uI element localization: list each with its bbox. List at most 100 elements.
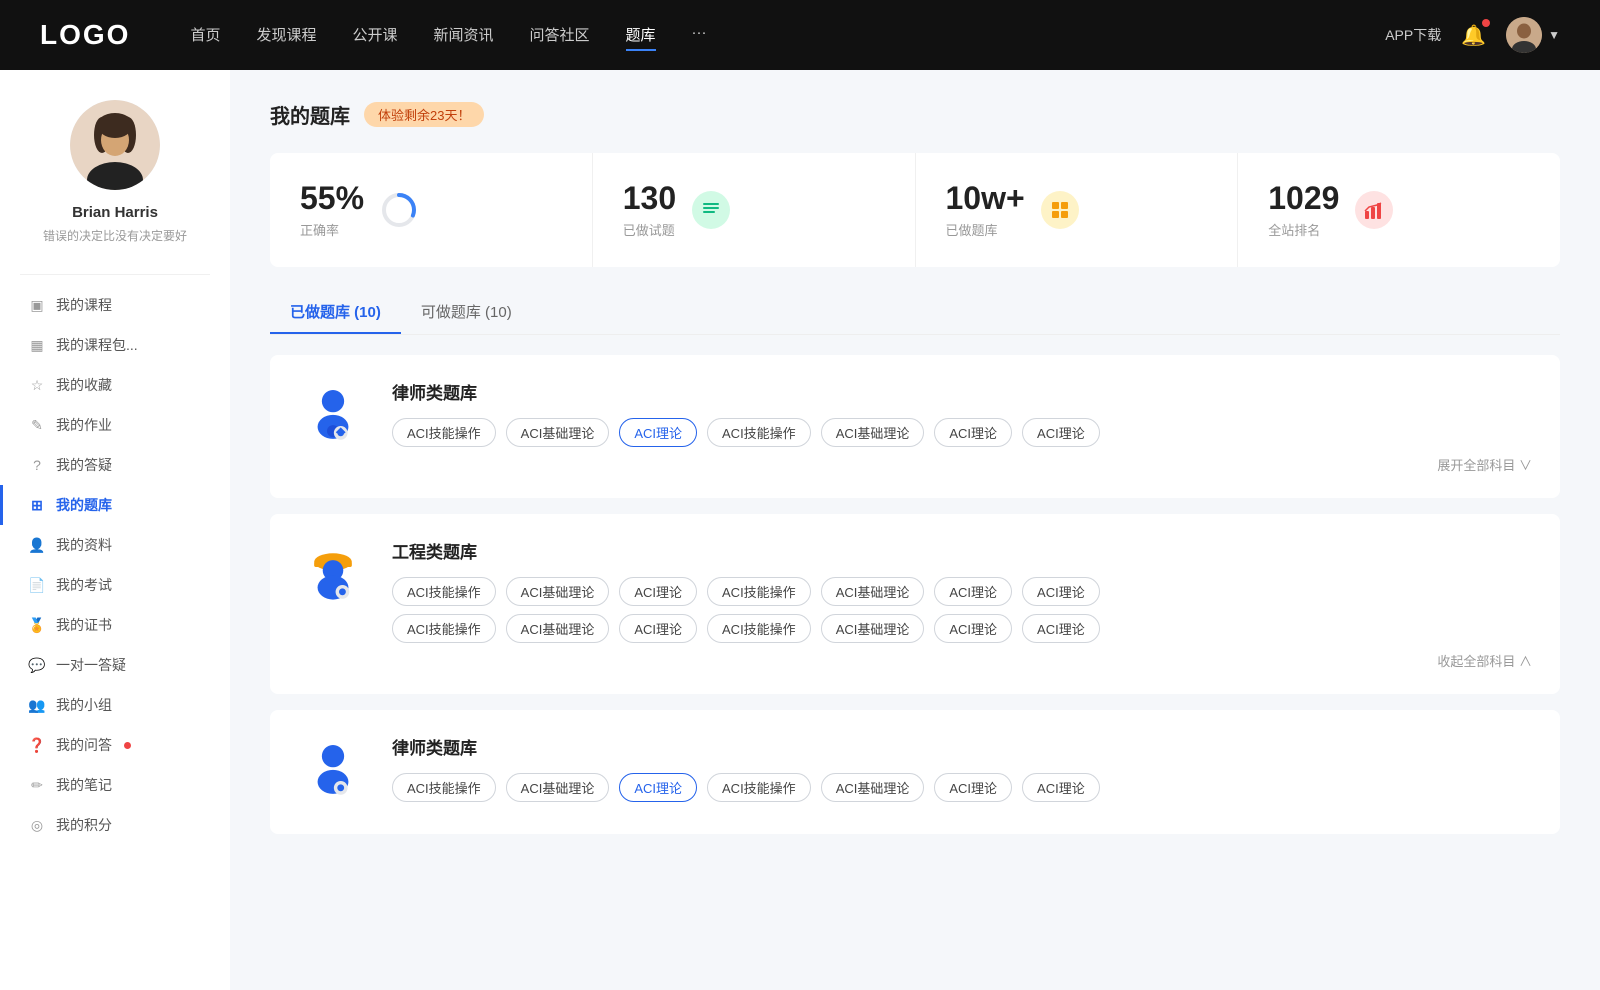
app-download-button[interactable]: APP下载 [1385,25,1441,45]
sidebar-item-my-exam[interactable]: 📄 我的考试 [0,565,230,605]
tab-done-banks[interactable]: 已做题库 (10) [270,291,401,334]
expand-link-engineer-1[interactable]: 收起全部科目 ∧ [392,651,1532,670]
nav-bank[interactable]: 题库 [626,20,656,51]
tag-lawyer-2-0[interactable]: ACI技能操作 [392,773,496,802]
sidebar-label: 我的证书 [56,615,112,635]
list-orange-svg [1049,199,1071,221]
sidebar-item-my-package[interactable]: ▦ 我的课程包... [0,325,230,365]
tag-eng-1-4[interactable]: ACI基础理论 [821,577,925,606]
tag-eng-1-6[interactable]: ACI理论 [1022,577,1100,606]
nav-news[interactable]: 新闻资讯 [434,20,494,51]
sidebar-label: 我的小组 [56,695,112,715]
tag-lawyer-1-4[interactable]: ACI基础理论 [821,418,925,447]
chart-red-icon [1355,191,1393,229]
tag-eng-1-1[interactable]: ACI基础理论 [506,577,610,606]
one-on-one-icon: 💬 [28,656,46,674]
nav-discover[interactable]: 发现课程 [256,20,316,51]
tag-eng-2-4[interactable]: ACI基础理论 [821,614,925,643]
sidebar-divider [20,274,210,275]
sidebar-item-one-on-one[interactable]: 💬 一对一答疑 [0,645,230,685]
tag-lawyer-1-3[interactable]: ACI技能操作 [707,418,811,447]
sidebar-label: 我的笔记 [56,775,112,795]
nav-right: APP下载 🔔 ▼ [1385,17,1560,53]
tag-lawyer-2-1[interactable]: ACI基础理论 [506,773,610,802]
nav-links: 首页 发现课程 公开课 新闻资讯 问答社区 题库 ··· [190,20,1385,51]
sidebar-item-my-homework[interactable]: ✎ 我的作业 [0,405,230,445]
tag-eng-2-0[interactable]: ACI技能操作 [392,614,496,643]
tag-eng-2-1[interactable]: ACI基础理论 [506,614,610,643]
tag-lawyer-1-0[interactable]: ACI技能操作 [392,418,496,447]
page-title: 我的题库 [270,100,350,129]
user-avatar-wrap[interactable]: ▼ [1506,17,1560,53]
stat-done-questions-label: 已做试题 [623,220,676,239]
notification-bell[interactable]: 🔔 [1461,23,1486,48]
tag-eng-1-3[interactable]: ACI技能操作 [707,577,811,606]
tag-eng-1-0[interactable]: ACI技能操作 [392,577,496,606]
main-content: 我的题库 体验剩余23天！ 55% 正确率 130 [230,70,1600,990]
tag-lawyer-1-6[interactable]: ACI理论 [1022,418,1100,447]
stat-done-questions-value: 130 [623,181,676,216]
sidebar-label: 我的收藏 [56,375,112,395]
list-orange-icon [1041,191,1079,229]
sidebar-item-my-bank[interactable]: ⊞ 我的题库 [0,485,230,525]
progress-svg [380,191,418,229]
sidebar-item-my-question[interactable]: ❓ 我的问答 [0,725,230,765]
logo: LOGO [40,19,130,51]
nav-home[interactable]: 首页 [190,20,220,51]
question-badge [124,742,131,749]
chevron-down-icon: ▼ [1548,28,1560,42]
sidebar: Brian Harris 错误的决定比没有决定要好 ▣ 我的课程 ▦ 我的课程包… [0,70,230,990]
bank-info-lawyer-2: 律师类题库 ACI技能操作 ACI基础理论 ACI理论 ACI技能操作 ACI基… [392,734,1532,810]
sidebar-menu: ▣ 我的课程 ▦ 我的课程包... ☆ 我的收藏 ✎ 我的作业 ? 我的答疑 ⊞… [0,285,230,845]
stat-done-banks-value: 10w+ [946,181,1025,216]
tag-eng-2-6[interactable]: ACI理论 [1022,614,1100,643]
tag-lawyer-2-3[interactable]: ACI技能操作 [707,773,811,802]
tag-eng-2-3[interactable]: ACI技能操作 [707,614,811,643]
profile-avatar-image [70,100,160,190]
profile-avatar [70,100,160,190]
tag-lawyer-1-2[interactable]: ACI理论 [619,418,697,447]
profile-name: Brian Harris [72,204,158,221]
tag-lawyer-2-6[interactable]: ACI理论 [1022,773,1100,802]
star-icon: ☆ [28,376,46,394]
stat-done-banks: 10w+ 已做题库 [916,153,1239,267]
stat-done-banks-text: 10w+ 已做题库 [946,181,1025,239]
tag-lawyer-2-4[interactable]: ACI基础理论 [821,773,925,802]
nav-open-course[interactable]: 公开课 [352,20,397,51]
tags-row-lawyer-1: ACI技能操作 ACI基础理论 ACI理论 ACI技能操作 ACI基础理论 AC… [392,418,1532,447]
tag-eng-2-5[interactable]: ACI理论 [934,614,1012,643]
sidebar-item-my-course[interactable]: ▣ 我的课程 [0,285,230,325]
bell-icon: 🔔 [1461,25,1486,47]
sidebar-item-my-qa[interactable]: ? 我的答疑 [0,445,230,485]
list-green-icon [692,191,730,229]
tag-lawyer-1-1[interactable]: ACI基础理论 [506,418,610,447]
engineer-svg [303,543,363,603]
tag-eng-2-2[interactable]: ACI理论 [619,614,697,643]
course-icon: ▣ [28,296,46,314]
sidebar-item-my-notes[interactable]: ✏ 我的笔记 [0,765,230,805]
tag-eng-1-2[interactable]: ACI理论 [619,577,697,606]
expand-link-lawyer-1[interactable]: 展开全部科目 ∨ [392,455,1532,474]
sidebar-item-my-group[interactable]: 👥 我的小组 [0,685,230,725]
tag-eng-1-5[interactable]: ACI理论 [934,577,1012,606]
tab-available-banks[interactable]: 可做题库 (10) [401,291,532,334]
page-header: 我的题库 体验剩余23天！ [270,100,1560,129]
sidebar-item-my-data[interactable]: 👤 我的资料 [0,525,230,565]
bank-card-lawyer-1: 律师类题库 ACI技能操作 ACI基础理论 ACI理论 ACI技能操作 ACI基… [270,355,1560,498]
nav-qa[interactable]: 问答社区 [530,20,590,51]
sidebar-item-my-collect[interactable]: ☆ 我的收藏 [0,365,230,405]
sidebar-item-my-cert[interactable]: 🏅 我的证书 [0,605,230,645]
sidebar-label: 我的课程包... [56,335,138,355]
tag-lawyer-2-5[interactable]: ACI理论 [934,773,1012,802]
sidebar-label: 我的问答 [56,735,112,755]
sidebar-label: 我的作业 [56,415,112,435]
tag-lawyer-2-2[interactable]: ACI理论 [619,773,697,802]
points-icon: ◎ [28,816,46,834]
stat-ranking-text: 1029 全站排名 [1268,181,1339,239]
tag-lawyer-1-5[interactable]: ACI理论 [934,418,1012,447]
chart-svg [1363,199,1385,221]
nav-more[interactable]: ··· [692,20,707,51]
stat-done-banks-label: 已做题库 [946,220,1025,239]
bank-info-engineer-1: 工程类题库 ACI技能操作 ACI基础理论 ACI理论 ACI技能操作 ACI基… [392,538,1532,670]
sidebar-item-my-points[interactable]: ◎ 我的积分 [0,805,230,845]
